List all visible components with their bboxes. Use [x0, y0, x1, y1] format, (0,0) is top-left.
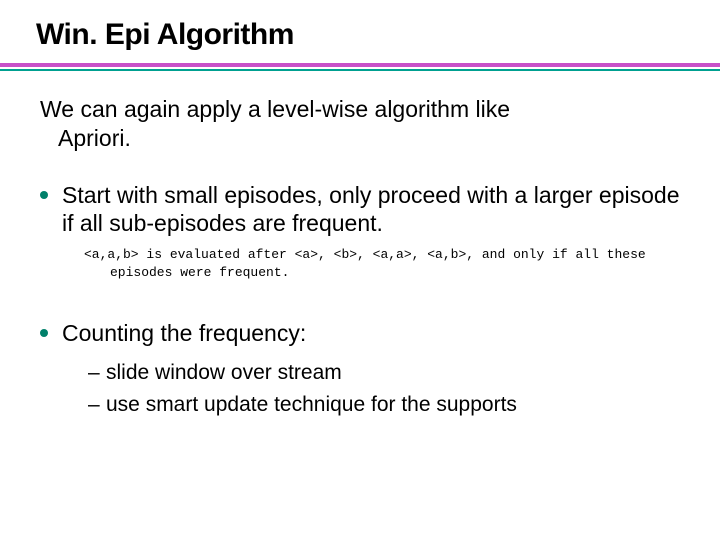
bullet-item-1: Start with small episodes, only proceed …: [40, 181, 680, 282]
title-block: Win. Epi Algorithm: [0, 0, 720, 51]
divider-bar-magenta: [0, 63, 720, 67]
bullet-dot-icon: [40, 329, 48, 337]
sub-item-2: – use smart update technique for the sup…: [88, 392, 680, 418]
sub-item-1-text: slide window over stream: [106, 361, 342, 384]
sub-item-1: – slide window over stream: [88, 360, 680, 386]
intro-line-1: We can again apply a level-wise algorith…: [40, 96, 510, 122]
slide-body: We can again apply a level-wise algorith…: [0, 71, 720, 418]
slide: Win. Epi Algorithm We can again apply a …: [0, 0, 720, 540]
mono-line-2: episodes were frequent.: [84, 264, 680, 282]
mono-note: <a,a,b> is evaluated after <a>, <b>, <a,…: [62, 238, 680, 281]
bullet-dot-icon: [40, 191, 48, 199]
sub-item-2-text: use smart update technique for the suppo…: [106, 393, 517, 416]
dash-icon: –: [88, 392, 100, 418]
intro-line-2: Apriori.: [40, 124, 680, 153]
intro-paragraph: We can again apply a level-wise algorith…: [40, 95, 680, 153]
bullet-text-2: Counting the frequency:: [62, 320, 306, 346]
divider: [0, 63, 720, 71]
bullet-text-1: Start with small episodes, only proceed …: [62, 182, 680, 237]
slide-title: Win. Epi Algorithm: [36, 18, 720, 51]
bullet-list: Start with small episodes, only proceed …: [40, 181, 680, 419]
sub-list: – slide window over stream – use smart u…: [62, 348, 680, 419]
bullet-item-2: Counting the frequency: – slide window o…: [40, 319, 680, 418]
mono-line-1: <a,a,b> is evaluated after <a>, <b>, <a,…: [84, 247, 646, 262]
dash-icon: –: [88, 360, 100, 386]
